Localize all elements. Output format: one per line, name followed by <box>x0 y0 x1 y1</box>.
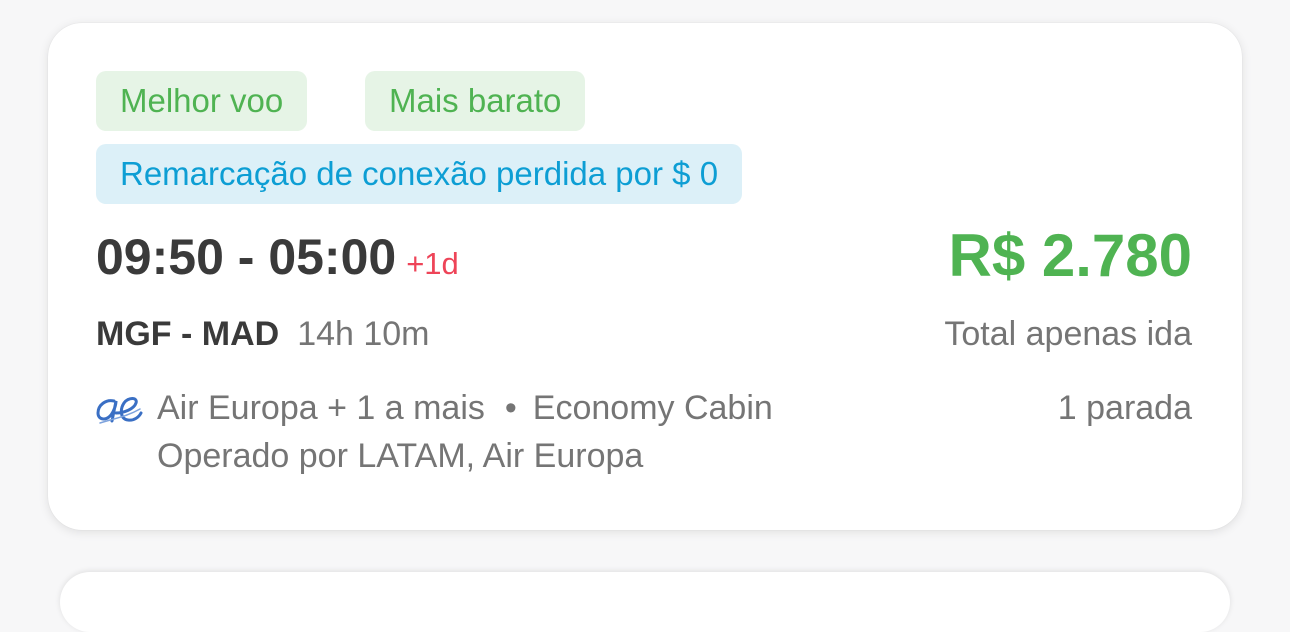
missed-connection-rebooking-badge: Remarcação de conexão perdida por $ 0 <box>96 144 743 204</box>
stops-count: 1 parada <box>1057 389 1192 427</box>
flight-result-card[interactable]: Melhor voo Mais barato Remarcação de con… <box>48 23 1242 530</box>
air-europa-logo-icon <box>96 397 143 424</box>
flight-duration: 14h 10m <box>297 315 430 353</box>
next-flight-result-card[interactable] <box>60 572 1230 632</box>
separator-dot: • <box>504 389 517 427</box>
airline-name: Air Europa + 1 a mais <box>157 389 485 427</box>
departure-arrival-times: 09:50 - 05:00 <box>96 229 397 285</box>
operated-by: Operado por LATAM, Air Europa <box>157 437 644 475</box>
best-flight-badge: Melhor voo <box>96 71 308 131</box>
cheapest-badge: Mais barato <box>365 71 586 131</box>
price: R$ 2.780 <box>948 222 1192 289</box>
airline-cabin-info: Air Europa + 1 a mais • Economy Cabin <box>157 389 773 428</box>
flight-times: 09:50 - 05:00 +1d <box>96 228 459 286</box>
route-airports: MGF - MAD <box>96 315 280 353</box>
route-info: MGF - MAD 14h 10m <box>96 315 430 354</box>
price-note: Total apenas ida <box>944 315 1192 353</box>
day-offset-indicator: +1d <box>406 246 459 281</box>
cabin-class: Economy Cabin <box>532 389 773 427</box>
